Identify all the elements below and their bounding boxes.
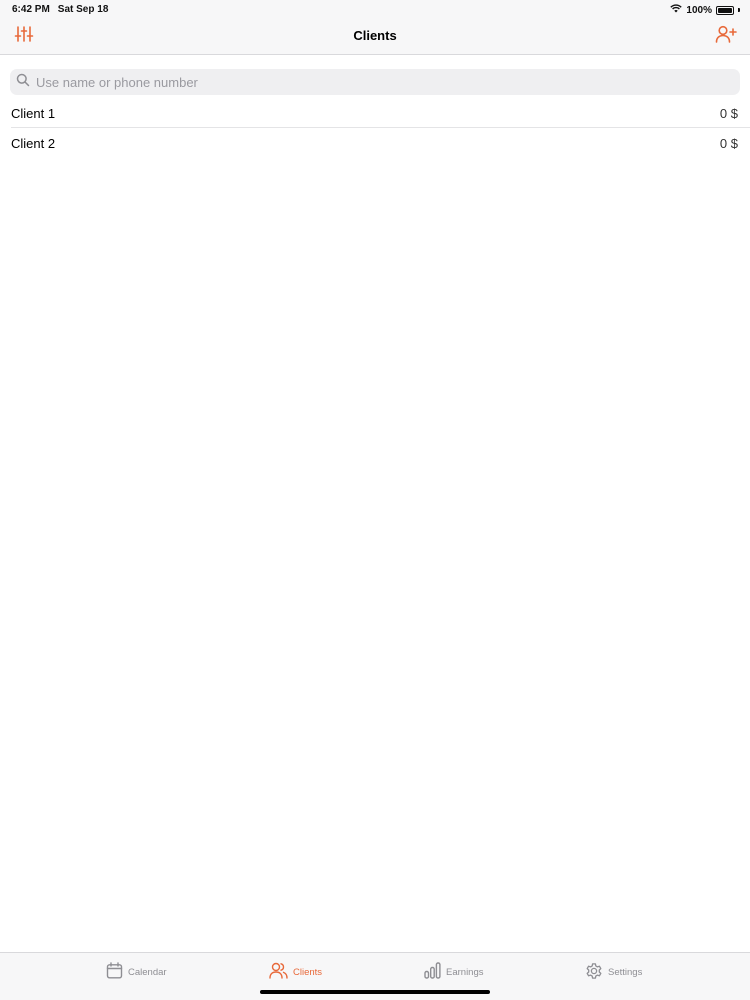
gear-icon — [585, 962, 603, 983]
wifi-icon — [670, 4, 683, 16]
client-list: Client 1 0 $ Client 2 0 $ — [0, 98, 750, 158]
navigation-bar: Clients — [0, 18, 750, 55]
battery-cap — [738, 8, 740, 12]
client-name: Client 1 — [11, 105, 56, 121]
bar-chart-icon — [424, 962, 441, 982]
client-amount: 0 $ — [719, 135, 738, 151]
search-bar[interactable] — [10, 69, 740, 95]
list-item[interactable]: Client 1 0 $ — [0, 98, 750, 128]
add-user-icon — [715, 25, 737, 48]
add-client-button[interactable] — [714, 25, 738, 47]
tab-label: Earnings — [446, 966, 484, 978]
client-amount: 0 $ — [719, 105, 738, 121]
battery-icon — [716, 5, 734, 15]
tab-earnings[interactable]: Earnings — [424, 962, 484, 982]
app-screen: 6:42 PM Sat Sep 18 100% Clients Use name… — [0, 0, 750, 1000]
search-input[interactable] — [34, 73, 740, 91]
tab-label: Settings — [608, 967, 643, 978]
page-title: Clients — [353, 28, 397, 43]
list-item[interactable]: Client 2 0 $ — [0, 128, 750, 158]
status-date: Sat Sep 18 — [57, 4, 109, 15]
battery-percent: 100% — [686, 4, 712, 16]
users-icon — [269, 962, 288, 982]
tab-label: Clients — [293, 966, 323, 978]
tab-label: Calendar — [128, 966, 167, 978]
tab-clients[interactable]: Clients — [269, 962, 322, 982]
status-left: 6:42 PM Sat Sep 18 — [12, 4, 108, 15]
status-bar: 6:42 PM Sat Sep 18 100% — [0, 0, 750, 18]
calendar-icon — [106, 962, 123, 982]
status-time: 6:42 PM — [12, 4, 50, 15]
tab-settings[interactable]: Settings — [585, 962, 642, 983]
client-name: Client 2 — [11, 135, 56, 151]
search-icon — [16, 73, 30, 92]
tab-bar: Calendar Clients Earnings Settings — [0, 952, 750, 1000]
tab-calendar[interactable]: Calendar — [106, 962, 167, 982]
status-right: 100% — [670, 4, 740, 16]
home-indicator — [260, 990, 490, 994]
